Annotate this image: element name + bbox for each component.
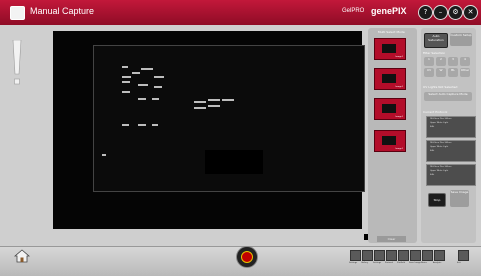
warning-icon (12, 40, 22, 85)
filter-button[interactable]: BL (448, 68, 458, 77)
select-capture-mode-button[interactable]: Select Auto Capture Mode (424, 92, 472, 101)
flatfield-icon[interactable] (398, 250, 409, 261)
analysis-icon[interactable] (434, 250, 445, 261)
auto-saturation-button[interactable]: Auto Saturation (424, 33, 448, 48)
home-icon[interactable] (14, 249, 30, 263)
help-button[interactable]: ? (418, 5, 433, 20)
filter-button[interactable]: 1 (424, 57, 434, 66)
protocol-item[interactable]: DE-Kleen Plus 365nm Upper White Light EtBr (426, 116, 476, 138)
toolbar-label: Protocol (385, 262, 394, 264)
redacted-area (205, 150, 263, 174)
settings-button[interactable]: ⚙ (448, 5, 463, 20)
toolbar-label: Settings (373, 262, 382, 264)
uv-status-label: UV Lights Not Selected (423, 85, 458, 89)
protocol-item[interactable]: DE-Kleen Plus 365nm Upper White Light EtBr (426, 164, 476, 186)
filter-button[interactable]: W (436, 68, 446, 77)
gallery-icon[interactable] (362, 250, 373, 261)
multi-select-label[interactable]: Multi Select Mode (378, 30, 405, 34)
custom-setup-button[interactable]: Custom Setup (450, 33, 472, 46)
filter-button[interactable]: Other (460, 68, 470, 77)
toolbar-label: Analysis (433, 262, 442, 264)
toolbar-label: Settings (349, 262, 358, 264)
window-title: Manual Capture (30, 6, 95, 16)
protocol-item[interactable]: DE-Kleen Plus 365nm Upper White Light EtBr (426, 140, 476, 162)
filter-button[interactable]: 3 (448, 57, 458, 66)
capture-button[interactable] (236, 246, 258, 268)
minimize-button[interactable]: – (433, 5, 448, 20)
thumbnail[interactable]: Image1 (374, 68, 406, 90)
thumbnail[interactable]: Image1 (374, 38, 406, 60)
clear-button[interactable]: Clear (377, 236, 406, 242)
protocol-section-label: Current Protocol (423, 110, 448, 114)
stop-button[interactable]: Stop (428, 193, 446, 207)
toolbar-label: Gallery (361, 262, 369, 264)
protocol-icon[interactable] (386, 250, 397, 261)
toolbar-label: Exit (457, 262, 461, 264)
save-image-button[interactable]: Save Image (450, 190, 469, 207)
exit-icon[interactable] (458, 250, 469, 261)
toolbar-label: Flatfield (397, 262, 406, 264)
brand-genepix: genePIX (371, 6, 407, 16)
filter-button[interactable]: UV (424, 68, 434, 77)
close-button[interactable]: ✕ (463, 5, 478, 20)
save-image-icon[interactable] (410, 250, 421, 261)
toolbar-label: Notes (421, 262, 427, 264)
filter-section-label: Filter Selection (423, 51, 446, 55)
notes-icon[interactable] (422, 250, 433, 261)
image-viewer[interactable] (53, 31, 365, 229)
toolbar-label: Save Image (409, 262, 421, 264)
thumbnail[interactable]: Image1 (374, 98, 406, 120)
thumbnail[interactable]: Image1 (374, 130, 406, 152)
settings-icon[interactable] (350, 250, 361, 261)
settings-icon[interactable] (374, 250, 385, 261)
brand-gelpro: GelPRO (342, 8, 365, 14)
app-icon (10, 6, 25, 20)
filter-button[interactable]: 2 (436, 57, 446, 66)
filter-button[interactable]: 4 (460, 57, 470, 66)
